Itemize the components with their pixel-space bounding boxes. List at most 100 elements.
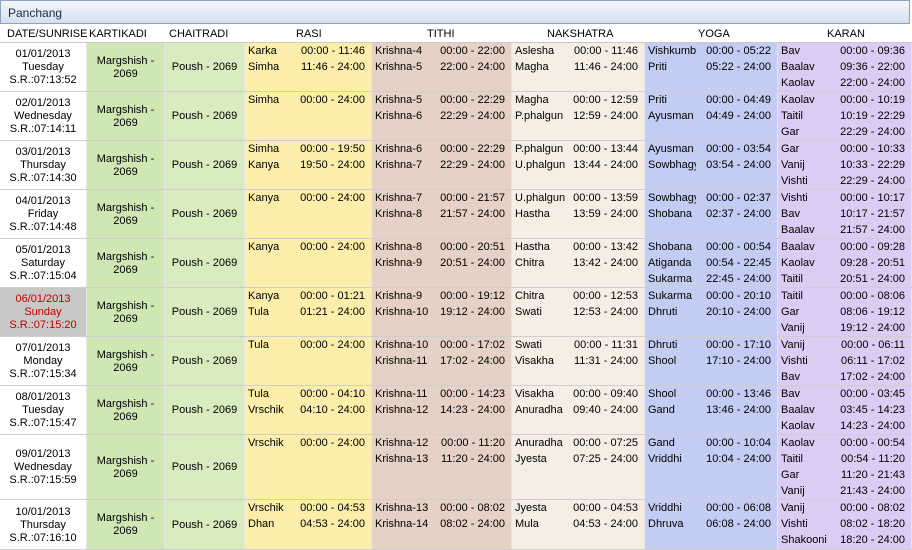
tithi-cell[interactable]: Krishna-6 00:00 - 22:29 Krishna-7 22:29 - 2…	[372, 141, 512, 189]
table-row[interactable]: 03/01/2013 Thursday S.R.:07:14:30 Margshish…	[0, 141, 912, 190]
karan-cell[interactable]: Bav 00:00 - 09:36 Baalav 09:36 - 22:00 Kaola…	[778, 43, 912, 91]
rasi-cell[interactable]: Simha 00:00 - 19:50 Kanya 19:50 - 24:00	[245, 141, 372, 189]
chaitradi-cell[interactable]: Poush - 2069	[165, 337, 245, 385]
kartikadi-cell[interactable]: Margshish - 2069	[87, 92, 165, 140]
date-cell[interactable]: 01/01/2013 Tuesday S.R.:07:13:52	[0, 43, 87, 91]
tithi-cell[interactable]: Krishna-9 00:00 - 19:12 Krishna-10 19:12 - …	[372, 288, 512, 336]
tithi-cell[interactable]: Krishna-4 00:00 - 22:00 Krishna-5 22:00 - 2…	[372, 43, 512, 91]
date-cell[interactable]: 02/01/2013 Wednesday S.R.:07:14:11	[0, 92, 87, 140]
rasi-cell[interactable]: Karka 00:00 - 11:46 Simha 11:46 - 24:00	[245, 43, 372, 91]
header-tithi[interactable]: TITHI	[427, 28, 455, 40]
rasi-cell[interactable]: Kanya 00:00 - 24:00	[245, 239, 372, 287]
karan-cell[interactable]: Taitil 00:00 - 08:06 Gar 08:06 - 19:12 Vanij…	[778, 288, 912, 336]
yoga-cell[interactable]: Shool 00:00 - 13:46 Gand 13:46 - 24:00	[645, 386, 778, 434]
rasi-cell[interactable]: Vrschik 00:00 - 24:00	[245, 435, 372, 499]
table-row[interactable]: 10/01/2013 Thursday S.R.:07:16:10 Margshish…	[0, 500, 912, 550]
date-day: Friday	[27, 208, 59, 220]
karan-cell[interactable]: Vanij 00:00 - 06:11 Vishti 06:11 - 17:02 Bav…	[778, 337, 912, 385]
yoga-cell[interactable]: Vriddhi 00:00 - 06:08 Dhruva 06:08 - 24:00	[645, 500, 778, 549]
rasi-cell[interactable]: Tula 00:00 - 24:00	[245, 337, 372, 385]
rasi-cell[interactable]: Vrschik 00:00 - 04:53 Dhan 04:53 - 24:00	[245, 500, 372, 549]
tithi-cell[interactable]: Krishna-13 00:00 - 08:02 Krishna-14 08:02 -…	[372, 500, 512, 549]
header-rasi[interactable]: RASI	[296, 28, 322, 40]
chaitradi-cell[interactable]: Poush - 2069	[165, 239, 245, 287]
tithi-cell[interactable]: Krishna-10 00:00 - 17:02 Krishna-11 17:02 -…	[372, 337, 512, 385]
rasi-cell[interactable]: Kanya 00:00 - 01:21 Tula 01:21 - 24:00	[245, 288, 372, 336]
nakshatra-cell[interactable]: Magha 00:00 - 12:59 P.phalgun 12:59 - 24:00	[512, 92, 645, 140]
header-yoga[interactable]: YOGA	[698, 28, 730, 40]
nakshatra-cell[interactable]: Swati 00:00 - 11:31 Visakha 11:31 - 24:00	[512, 337, 645, 385]
kartikadi-cell[interactable]: Margshish - 2069	[87, 141, 165, 189]
chaitradi-cell[interactable]: Poush - 2069	[165, 141, 245, 189]
yoga-cell[interactable]: Sukarma 00:00 - 20:10 Dhruti 20:10 - 24:00	[645, 288, 778, 336]
rasi-cell[interactable]: Kanya 00:00 - 24:00	[245, 190, 372, 238]
kartikadi-cell[interactable]: Margshish - 2069	[87, 435, 165, 499]
table-row[interactable]: 04/01/2013 Friday S.R.:07:14:48 Margshish -…	[0, 190, 912, 239]
kartikadi-cell[interactable]: Margshish - 2069	[87, 288, 165, 336]
table-row[interactable]: 09/01/2013 Wednesday S.R.:07:15:59 Margshis…	[0, 435, 912, 500]
tithi-cell[interactable]: Krishna-11 00:00 - 14:23 Krishna-12 14:23 -…	[372, 386, 512, 434]
yoga-cell[interactable]: Priti 00:00 - 04:49 Ayusman 04:49 - 24:00	[645, 92, 778, 140]
karan-cell[interactable]: Kaolav 00:00 - 00:54 Taitil 00:54 - 11:20 Ga…	[778, 435, 912, 499]
kartikadi-cell[interactable]: Margshish - 2069	[87, 337, 165, 385]
karan-cell[interactable]: Kaolav 00:00 - 10:19 Taitil 10:19 - 22:29 Ga…	[778, 92, 912, 140]
table-row[interactable]: 08/01/2013 Tuesday S.R.:07:15:47 Margshish …	[0, 386, 912, 435]
tithi-cell[interactable]: Krishna-12 00:00 - 11:20 Krishna-13 11:20 -…	[372, 435, 512, 499]
chaitradi-cell[interactable]: Poush - 2069	[165, 43, 245, 91]
yoga-cell[interactable]: Ayusman 00:00 - 03:54 Sowbhagya 03:54 - 24:…	[645, 141, 778, 189]
nakshatra-cell[interactable]: P.phalgun 00:00 - 13:44 U.phalgun 13:44 - 2…	[512, 141, 645, 189]
kartikadi-cell[interactable]: Margshish - 2069	[87, 500, 165, 549]
karan-cell[interactable]: Bav 00:00 - 03:45 Baalav 03:45 - 14:23 Kaola…	[778, 386, 912, 434]
nakshatra-cell[interactable]: Anuradha 00:00 - 07:25 Jyesta 07:25 - 24:00	[512, 435, 645, 499]
karan-cell[interactable]: Vishti 00:00 - 10:17 Bav 10:17 - 21:57 Baala…	[778, 190, 912, 238]
kartikadi-cell[interactable]: Margshish - 2069	[87, 190, 165, 238]
nakshatra-cell[interactable]: U.phalgun 00:00 - 13:59 Hastha 13:59 - 24:0…	[512, 190, 645, 238]
tithi-cell[interactable]: Krishna-5 00:00 - 22:29 Krishna-6 22:29 - 2…	[372, 92, 512, 140]
yoga-cell[interactable]: Vishkumbh 00:00 - 05:22 Priti 05:22 - 24:00	[645, 43, 778, 91]
yoga-cell[interactable]: Sowbhagya 00:00 - 02:37 Shobana 02:37 - 24:…	[645, 190, 778, 238]
date-cell[interactable]: 09/01/2013 Wednesday S.R.:07:15:59	[0, 435, 87, 499]
yoga-cell[interactable]: Gand 00:00 - 10:04 Vriddhi 10:04 - 24:00	[645, 435, 778, 499]
tithi-cell[interactable]: Krishna-7 00:00 - 21:57 Krishna-8 21:57 - 2…	[372, 190, 512, 238]
kartikadi-cell[interactable]: Margshish - 2069	[87, 239, 165, 287]
chaitradi-cell[interactable]: Poush - 2069	[165, 500, 245, 549]
kartikadi-cell[interactable]: Margshish - 2069	[87, 43, 165, 91]
header-karan[interactable]: KARAN	[827, 28, 865, 40]
kartikadi-cell[interactable]: Margshish - 2069	[87, 386, 165, 434]
chaitradi-cell[interactable]: Poush - 2069	[165, 435, 245, 499]
table-row[interactable]: 02/01/2013 Wednesday S.R.:07:14:11 Margshis…	[0, 92, 912, 141]
tithi-cell[interactable]: Krishna-8 00:00 - 20:51 Krishna-9 20:51 - 2…	[372, 239, 512, 287]
table-row[interactable]: 05/01/2013 Saturday S.R.:07:15:04 Margshish…	[0, 239, 912, 288]
nakshatra-cell[interactable]: Aslesha 00:00 - 11:46 Magha 11:46 - 24:00	[512, 43, 645, 91]
yoga-cell[interactable]: Shobana 00:00 - 00:54 Atiganda 00:54 - 22:4…	[645, 239, 778, 287]
panchang-grid[interactable]: DATE/SUNRISE KARTIKADI CHAITRADI RASI TI…	[0, 26, 912, 550]
chaitradi-cell[interactable]: Poush - 2069	[165, 190, 245, 238]
chaitradi-cell[interactable]: Poush - 2069	[165, 288, 245, 336]
date-cell[interactable]: 05/01/2013 Saturday S.R.:07:15:04	[0, 239, 87, 287]
header-date[interactable]: DATE/SUNRISE	[7, 28, 87, 40]
table-row[interactable]: 07/01/2013 Monday S.R.:07:15:34 Margshish -…	[0, 337, 912, 386]
nakshatra-cell[interactable]: Chitra 00:00 - 12:53 Swati 12:53 - 24:00	[512, 288, 645, 336]
header-nakshatra[interactable]: NAKSHATRA	[547, 28, 613, 40]
table-row[interactable]: 06/01/2013 Sunday S.R.:07:15:20 Margshish -…	[0, 288, 912, 337]
date-cell[interactable]: 04/01/2013 Friday S.R.:07:14:48	[0, 190, 87, 238]
table-row[interactable]: 01/01/2013 Tuesday S.R.:07:13:52 Margshish …	[0, 43, 912, 92]
karan-cell[interactable]: Gar 00:00 - 10:33 Vanij 10:33 - 22:29 Vishti…	[778, 141, 912, 189]
header-kartikadi[interactable]: KARTIKADI	[89, 28, 147, 40]
date-cell[interactable]: 06/01/2013 Sunday S.R.:07:15:20	[0, 288, 87, 336]
rasi-cell[interactable]: Tula 00:00 - 04:10 Vrschik 04:10 - 24:00	[245, 386, 372, 434]
header-chaitradi[interactable]: CHAITRADI	[169, 28, 228, 40]
date-cell[interactable]: 03/01/2013 Thursday S.R.:07:14:30	[0, 141, 87, 189]
rasi-cell[interactable]: Simha 00:00 - 24:00	[245, 92, 372, 140]
nakshatra-cell[interactable]: Visakha 00:00 - 09:40 Anuradha 09:40 - 24:0…	[512, 386, 645, 434]
nakshatra-cell[interactable]: Hastha 00:00 - 13:42 Chitra 13:42 - 24:00	[512, 239, 645, 287]
date-cell[interactable]: 10/01/2013 Thursday S.R.:07:16:10	[0, 500, 87, 549]
date-cell[interactable]: 07/01/2013 Monday S.R.:07:15:34	[0, 337, 87, 385]
chaitradi-cell[interactable]: Poush - 2069	[165, 386, 245, 434]
nakshatra-cell[interactable]: Jyesta 00:00 - 04:53 Mula 04:53 - 24:00	[512, 500, 645, 549]
yoga-cell[interactable]: Dhruti 00:00 - 17:10 Shool 17:10 - 24:00	[645, 337, 778, 385]
chaitradi-cell[interactable]: Poush - 2069	[165, 92, 245, 140]
date-cell[interactable]: 08/01/2013 Tuesday S.R.:07:15:47	[0, 386, 87, 434]
karan-cell[interactable]: Vanij 00:00 - 08:02 Vishti 08:02 - 18:20 Sha…	[778, 500, 912, 549]
karan-cell[interactable]: Baalav 00:00 - 09:28 Kaolav 09:28 - 20:51 Ta…	[778, 239, 912, 287]
